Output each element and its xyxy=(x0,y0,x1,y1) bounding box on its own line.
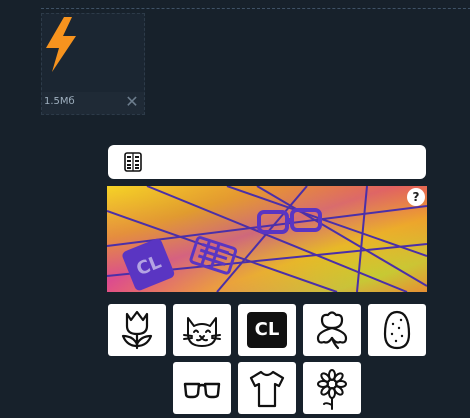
captcha-noise-picture: CL xyxy=(107,186,427,292)
uploaded-file-tile[interactable]: 1.5Мб ✕ xyxy=(41,13,145,115)
lightning-bolt-icon xyxy=(46,17,76,72)
sunflower-icon xyxy=(317,369,347,410)
clover-icon xyxy=(316,311,348,350)
tulip-icon xyxy=(121,310,153,350)
option-cl-badge[interactable]: CL xyxy=(238,304,296,356)
option-t-shirt[interactable] xyxy=(238,362,296,414)
close-icon[interactable]: ✕ xyxy=(124,94,140,110)
option-clover[interactable] xyxy=(303,304,361,356)
option-glasses[interactable] xyxy=(173,362,231,414)
option-tulip[interactable] xyxy=(108,304,166,356)
option-sunflower[interactable] xyxy=(303,362,361,414)
abacus-icon xyxy=(124,152,142,172)
file-footer: 1.5Мб ✕ xyxy=(42,92,144,114)
captcha-instruction-bar xyxy=(108,145,426,179)
option-cat[interactable] xyxy=(173,304,231,356)
cat-icon xyxy=(183,317,221,347)
cl-badge-icon: CL xyxy=(247,312,287,348)
t-shirt-icon xyxy=(249,370,285,408)
egg-icon xyxy=(383,310,411,350)
drop-zone-border xyxy=(41,0,470,9)
option-egg[interactable] xyxy=(368,304,426,356)
help-button[interactable]: ? xyxy=(407,188,425,206)
glasses-icon xyxy=(183,382,221,399)
file-size: 1.5Мб xyxy=(44,96,75,107)
captcha-image: CL ? xyxy=(107,186,427,292)
